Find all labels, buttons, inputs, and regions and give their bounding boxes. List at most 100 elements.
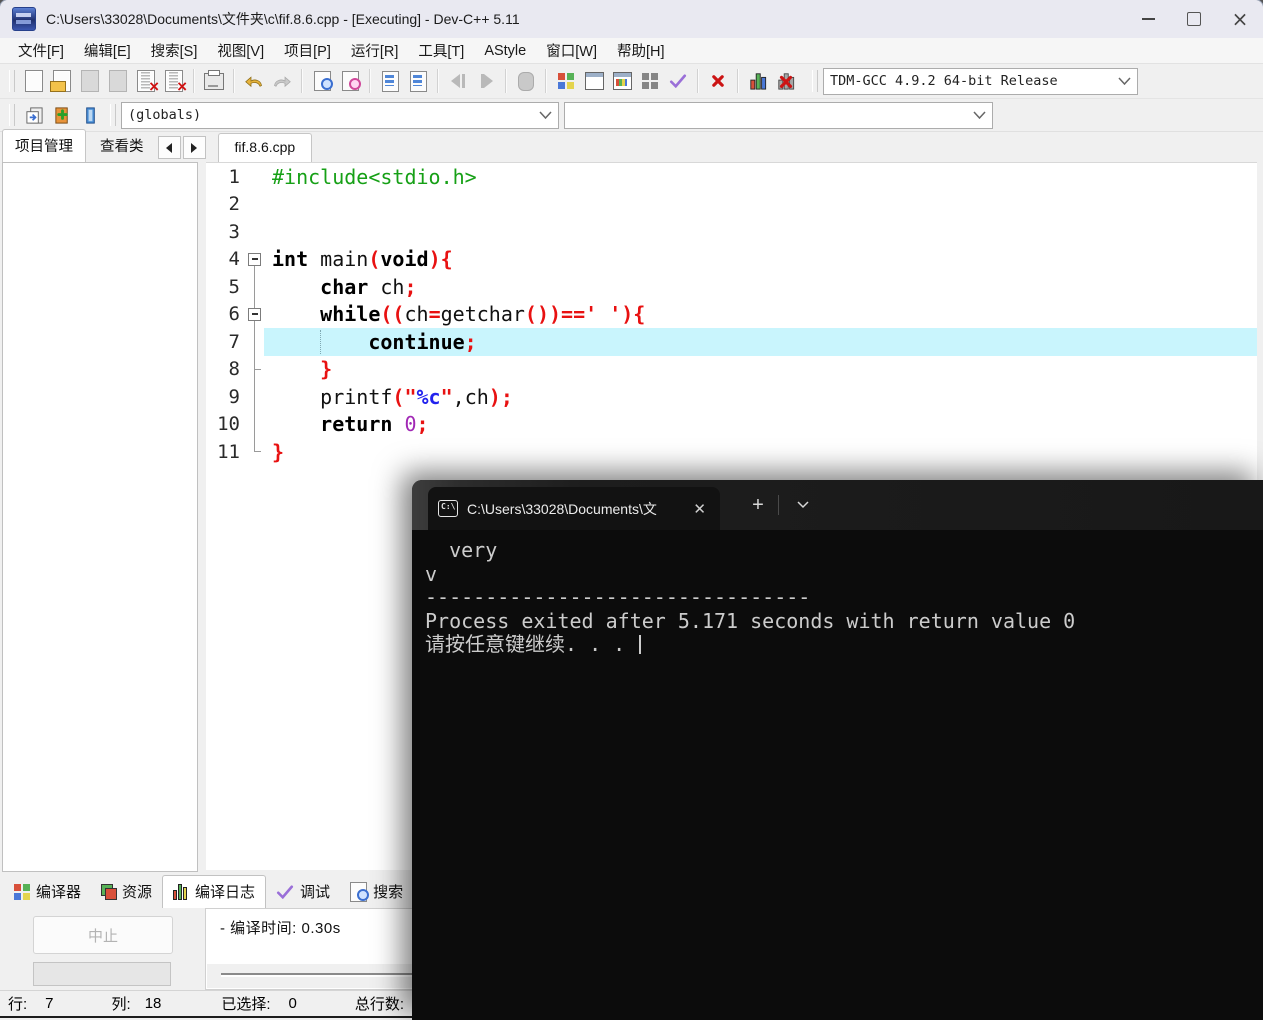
toolbar-gripper (9, 70, 15, 92)
open-project-button[interactable] (580, 67, 608, 95)
open-file-button[interactable] (48, 67, 76, 95)
find-button[interactable] (308, 67, 336, 95)
forward-button[interactable] (472, 67, 500, 95)
terminal-tab[interactable]: C:\ C:\Users\33028\Documents\文 ✕ (428, 487, 720, 530)
code-text: continue; (264, 328, 1257, 356)
fold-toggle-icon[interactable] (246, 300, 264, 329)
minimize-button[interactable] (1125, 0, 1171, 38)
menu-file[interactable]: 文件[F] (8, 38, 74, 63)
goto-line-button[interactable] (404, 67, 432, 95)
code-line[interactable]: 7 continue; (206, 328, 1257, 356)
members-select[interactable] (564, 101, 993, 129)
fold-gutter (246, 163, 264, 191)
close-project-button[interactable] (636, 67, 664, 95)
tab-scroll-right-button[interactable] (182, 136, 206, 159)
close-all-icon (165, 70, 187, 97)
terminal-tab-close-icon[interactable]: ✕ (689, 500, 710, 518)
terminal-line: very (425, 538, 498, 562)
close-all-button[interactable] (160, 67, 188, 97)
function-list-icon (381, 70, 399, 92)
project-options-button[interactable] (608, 67, 636, 95)
rebuild-button[interactable] (772, 67, 800, 95)
close-file-button[interactable] (132, 67, 160, 97)
redo-button[interactable] (268, 67, 296, 95)
menu-run[interactable]: 运行[R] (341, 38, 409, 63)
triangle-right-icon (191, 142, 197, 153)
menu-project[interactable]: 项目[P] (274, 38, 341, 63)
status-line-value: 7 (45, 995, 54, 1012)
tab-search-results[interactable]: 搜索 (340, 876, 413, 908)
compiler-profile-select[interactable]: TDM-GCC 4.9.2 64-bit Release (823, 67, 1138, 95)
back-button[interactable] (444, 67, 472, 95)
new-file-button[interactable] (20, 67, 48, 95)
code-line[interactable]: 11} (206, 438, 1257, 466)
menu-view[interactable]: 视图[V] (207, 38, 274, 63)
tab-debug[interactable]: 调试 (266, 876, 340, 908)
triangle-left-icon (166, 142, 172, 153)
redo-icon (274, 76, 291, 88)
menu-help[interactable]: 帮助[H] (607, 38, 675, 63)
menu-edit[interactable]: 编辑[E] (74, 38, 141, 63)
add-watch-button[interactable] (48, 101, 76, 129)
terminal-output[interactable]: very v -------------------------------- Pro… (412, 530, 1263, 1020)
menu-window[interactable]: 窗口[W] (536, 38, 607, 63)
terminal-line: 请按任意键继续. . . (425, 632, 1263, 657)
code-line[interactable]: 4 int main(void){ (206, 246, 1257, 274)
close-button[interactable]: × (1217, 0, 1263, 38)
fold-gutter (246, 438, 264, 466)
menu-tools[interactable]: 工具[T] (408, 38, 474, 63)
terminal-tab-dropdown-button[interactable] (790, 492, 816, 518)
find-icon (313, 71, 333, 91)
tab-compiler[interactable]: 编译器 (4, 876, 91, 908)
code-line[interactable]: 6 while((ch = getchar ())== ' '){ (206, 300, 1257, 329)
cmd-icon: C:\ (438, 500, 458, 517)
title-bar[interactable]: C:\Users\33028\Documents\文件夹\c\fif.8.6.c… (0, 0, 1263, 38)
back-icon-bar (462, 74, 465, 88)
fold-toggle-icon[interactable] (246, 246, 264, 274)
undo-button[interactable] (240, 67, 268, 95)
run-button[interactable] (744, 67, 772, 95)
tab-class-browser[interactable]: 查看类 (88, 130, 156, 162)
code-line[interactable]: 5 char ch; (206, 273, 1257, 301)
project-browser-panel[interactable] (2, 162, 198, 872)
code-line[interactable]: 8 } (206, 355, 1257, 384)
comment-button[interactable] (512, 67, 540, 95)
tab-project-manager[interactable]: 项目管理 (2, 129, 86, 162)
abort-section: 中止 (2, 908, 202, 990)
code-line[interactable]: 1 #include<stdio.h> (206, 163, 1257, 191)
new-project-button[interactable] (552, 67, 580, 95)
abort-compile-button[interactable] (704, 67, 732, 95)
compile-button[interactable] (664, 67, 692, 95)
project-options-icon (612, 72, 632, 90)
terminal-new-tab-button[interactable]: + (745, 492, 771, 518)
terminal-tab-title: C:\Users\33028\Documents\文 (467, 500, 657, 517)
save-button[interactable] (76, 67, 104, 95)
line-number: 6 (228, 303, 240, 326)
search-tab-icon (350, 881, 370, 902)
code-line[interactable]: 9 printf (" %c " ,ch); (206, 383, 1257, 411)
terminal-window[interactable]: C:\ C:\Users\33028\Documents\文 ✕ + very v… (412, 480, 1263, 1020)
code-line[interactable]: 2 (206, 191, 1257, 219)
bookmark-button[interactable] (76, 101, 104, 129)
tab-scroll-left-button[interactable] (157, 136, 181, 159)
maximize-button[interactable] (1171, 0, 1217, 38)
menu-astyle[interactable]: AStyle (474, 41, 536, 61)
code-line[interactable]: 3 (206, 218, 1257, 246)
print-button[interactable] (200, 67, 228, 95)
file-tab[interactable]: fif.8.6.cpp (217, 133, 313, 162)
tab-compile-log[interactable]: 编译日志 (162, 875, 267, 908)
goto-function-button[interactable] (376, 67, 404, 95)
menu-search[interactable]: 搜索[S] (141, 38, 208, 63)
replace-button[interactable] (336, 67, 364, 95)
goto-declaration-button[interactable] (20, 101, 48, 129)
code-line[interactable]: 10 return 0; (206, 410, 1257, 439)
save-all-icon (109, 70, 127, 92)
fold-gutter (246, 273, 264, 301)
fold-gutter (246, 383, 264, 411)
tab-resources[interactable]: 资源 (91, 876, 162, 908)
save-all-button[interactable] (104, 67, 132, 95)
tab-row: 项目管理 查看类 fif.8.6.cpp (0, 129, 1263, 162)
line-number: 2 (228, 193, 240, 216)
abort-button[interactable]: 中止 (33, 916, 173, 954)
globals-select[interactable]: (globals) (121, 101, 559, 129)
